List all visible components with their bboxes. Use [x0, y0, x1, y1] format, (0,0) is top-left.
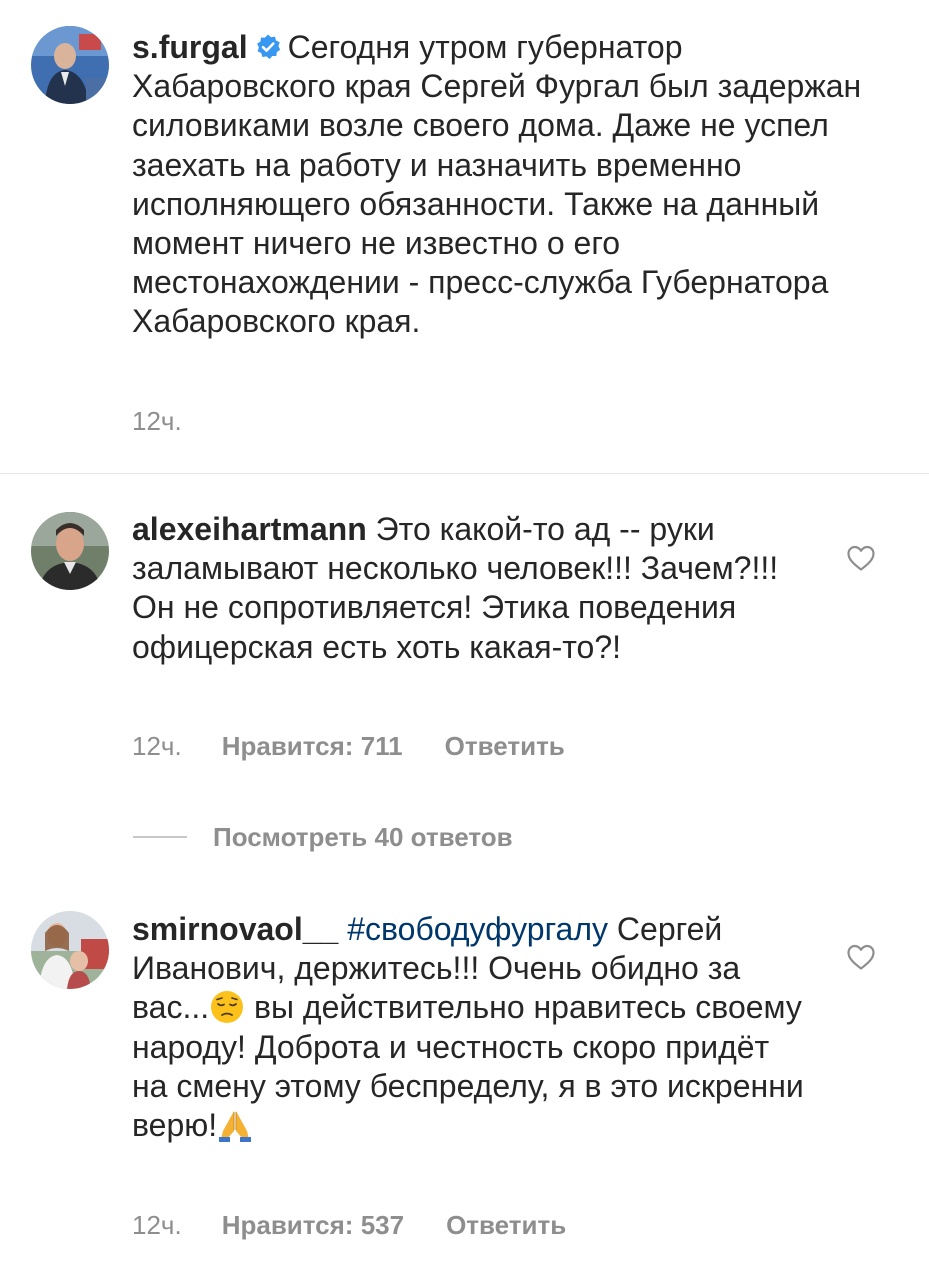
comment-meta: 12ч. Нравится: 711 Ответить [132, 730, 565, 762]
comment-time: 12ч. [132, 1210, 182, 1240]
view-replies-label: Посмотреть 40 ответов [213, 821, 513, 852]
view-replies-line [133, 836, 187, 838]
verified-badge-icon [254, 33, 282, 61]
caption-body: Сегодня утром губернатор Хабаровского кр… [132, 29, 862, 340]
like-heart-icon[interactable] [846, 544, 876, 572]
username-smirnovaol[interactable]: smirnovaol__ [132, 911, 338, 947]
username-s-furgal[interactable]: s.furgal [132, 29, 248, 65]
comment-text: alexeihartmann Это какой-то ад -- руки з… [132, 510, 812, 667]
view-replies-button[interactable]: Посмотреть 40 ответов [133, 818, 513, 856]
avatar-alexeihartmann[interactable] [31, 512, 109, 590]
comment-text: smirnovaol__ #свободуфургалу Сергей Иван… [132, 910, 812, 1145]
avatar-s-furgal[interactable] [31, 26, 109, 104]
comment-time: 12ч. [132, 731, 182, 761]
hashtag-link[interactable]: #свободуфургалу [347, 911, 608, 947]
reply-button[interactable]: Ответить [445, 730, 565, 762]
username-alexeihartmann[interactable]: alexeihartmann [132, 511, 367, 547]
likes-count[interactable]: Нравится: 711 [222, 730, 403, 762]
avatar-smirnovaol[interactable] [31, 911, 109, 989]
folded-hands-emoji [217, 1107, 253, 1143]
post-caption-text: s.furgal Сегодня утром губернатор Хабаров… [132, 28, 892, 342]
post-caption-section: s.furgal Сегодня утром губернатор Хабаров… [0, 0, 929, 474]
post-meta: 12ч. [132, 405, 182, 437]
post-time: 12ч. [132, 406, 182, 436]
reply-button[interactable]: Ответить [446, 1209, 566, 1241]
comment-meta: 12ч. Нравится: 537 Ответить [132, 1209, 566, 1241]
divider [0, 473, 929, 474]
like-heart-icon[interactable] [846, 943, 876, 971]
likes-count[interactable]: Нравится: 537 [222, 1209, 404, 1241]
pensive-face-emoji [209, 989, 245, 1025]
